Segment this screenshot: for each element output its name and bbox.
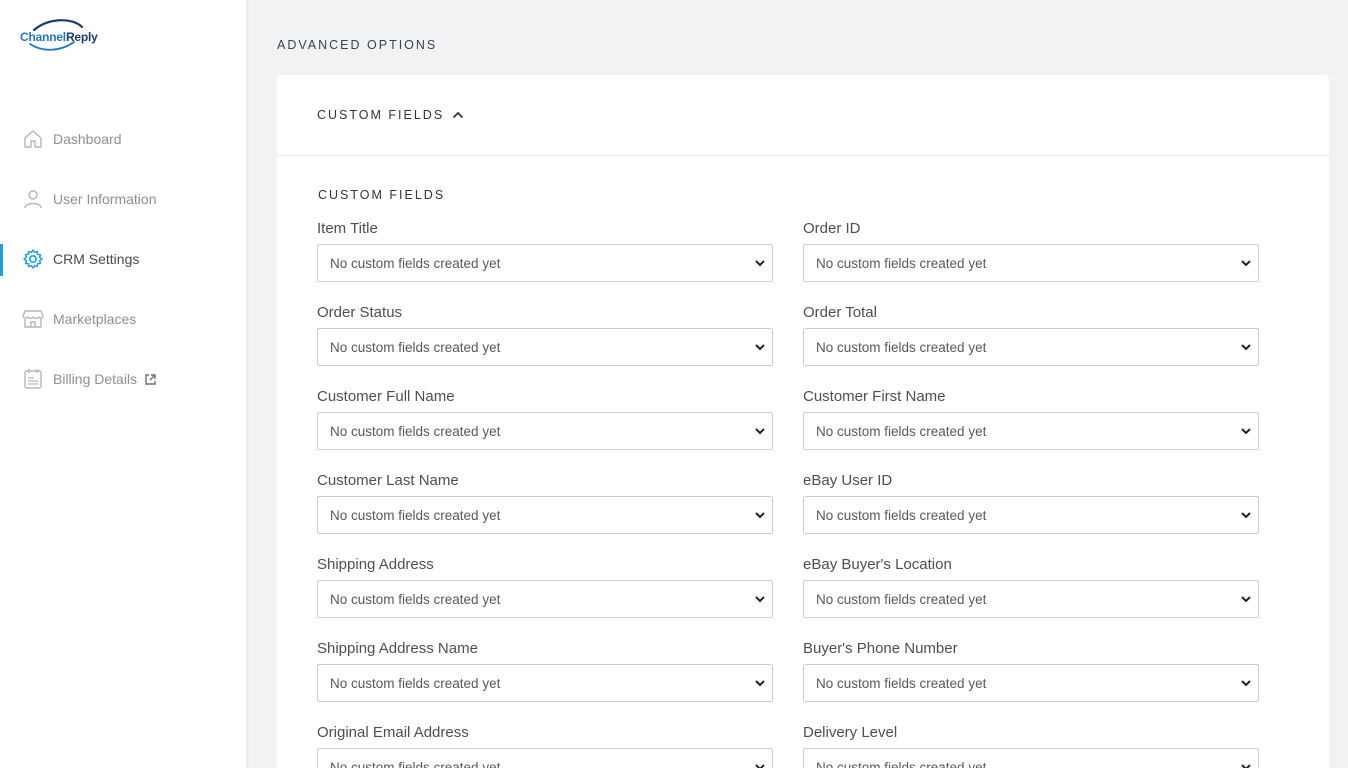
chevron-down-icon (754, 341, 766, 353)
field-label: Shipping Address (317, 556, 434, 573)
chevron-down-icon (1240, 425, 1252, 437)
customer-first-name-select[interactable]: No custom fields created yet (803, 412, 1259, 450)
logo-text-channel: Channel (20, 30, 66, 44)
chevron-down-icon (1240, 593, 1252, 605)
main-content: ADVANCED OPTIONS CUSTOM FIELDS CUSTOM FI… (246, 0, 1348, 768)
field-order-total: Order Total No custom fields created yet (803, 304, 1259, 366)
sidebar: ChannelReply Dashboard User Information … (0, 0, 246, 768)
chevron-down-icon (754, 761, 766, 768)
select-value: No custom fields created yet (330, 507, 501, 523)
select-value: No custom fields created yet (330, 339, 501, 355)
field-ebay-user-id: eBay User ID No custom fields created yet (803, 472, 1259, 534)
field-label: Buyer's Phone Number (803, 640, 958, 657)
custom-fields-card: CUSTOM FIELDS CUSTOM FIELDS Item Title No… (277, 75, 1329, 768)
card-header-title: CUSTOM FIELDS (317, 108, 445, 122)
field-order-status: Order Status No custom fields created yet (317, 304, 773, 366)
channelreply-logo[interactable]: ChannelReply (20, 18, 110, 54)
shipping-address-name-select[interactable]: No custom fields created yet (317, 664, 773, 702)
chevron-down-icon (754, 593, 766, 605)
customer-full-name-select[interactable]: No custom fields created yet (317, 412, 773, 450)
ebay-buyer-s-location-select[interactable]: No custom fields created yet (803, 580, 1259, 618)
field-label: Delivery Level (803, 724, 898, 741)
order-status-select[interactable]: No custom fields created yet (317, 328, 773, 366)
field-ebay-buyer-s-location: eBay Buyer's Location No custom fields cr… (803, 556, 1259, 618)
sidebar-item-label: CRM Settings (53, 251, 140, 267)
custom-fields-grid: Item Title No custom fields created yet Or… (317, 220, 1259, 768)
sidebar-item-label: User Information (53, 191, 157, 207)
shipping-address-select[interactable]: No custom fields created yet (317, 580, 773, 618)
select-value: No custom fields created yet (816, 591, 987, 607)
chevron-down-icon (1240, 509, 1252, 521)
delivery-level-select[interactable]: No custom fields created yet (803, 748, 1259, 768)
field-label: Customer Last Name (317, 472, 459, 489)
chevron-down-icon (754, 257, 766, 269)
select-value: No custom fields created yet (330, 255, 501, 271)
sidebar-nav: Dashboard User Information CRM Settings … (0, 109, 246, 409)
custom-fields-subtitle: CUSTOM FIELDS (318, 188, 446, 202)
ebay-user-id-select[interactable]: No custom fields created yet (803, 496, 1259, 534)
chevron-down-icon (754, 425, 766, 437)
chevron-down-icon (754, 509, 766, 521)
field-buyer-s-phone-number: Buyer's Phone Number No custom fields cre… (803, 640, 1259, 702)
field-label: eBay Buyer's Location (803, 556, 952, 573)
select-value: No custom fields created yet (330, 423, 501, 439)
field-label: Shipping Address Name (317, 640, 478, 657)
field-label: Order Total (803, 304, 877, 321)
field-shipping-address: Shipping Address No custom fields created… (317, 556, 773, 618)
field-label: Item Title (317, 220, 378, 237)
select-value: No custom fields created yet (330, 675, 501, 691)
field-label: Original Email Address (317, 724, 469, 741)
sidebar-item-label: Dashboard (53, 131, 122, 147)
sidebar-item-user-information[interactable]: User Information (0, 169, 246, 229)
select-value: No custom fields created yet (816, 339, 987, 355)
field-label: eBay User ID (803, 472, 893, 489)
select-value: No custom fields created yet (816, 507, 987, 523)
select-value: No custom fields created yet (816, 423, 987, 439)
field-customer-first-name: Customer First Name No custom fields crea… (803, 388, 1259, 450)
select-value: No custom fields created yet (330, 591, 501, 607)
order-total-select[interactable]: No custom fields created yet (803, 328, 1259, 366)
original-email-address-select[interactable]: No custom fields created yet (317, 748, 773, 768)
select-value: No custom fields created yet (816, 759, 987, 768)
home-icon (22, 128, 44, 150)
external-link-icon (145, 373, 156, 385)
section-title: ADVANCED OPTIONS (277, 38, 438, 52)
field-label: Order Status (317, 304, 403, 321)
gear-icon (22, 248, 44, 270)
field-label: Customer Full Name (317, 388, 455, 405)
custom-fields-toggle[interactable]: CUSTOM FIELDS (277, 75, 1329, 156)
chevron-down-icon (1240, 761, 1252, 768)
billing-icon (22, 368, 44, 390)
chevron-down-icon (1240, 341, 1252, 353)
select-value: No custom fields created yet (330, 759, 501, 768)
buyer-s-phone-number-select[interactable]: No custom fields created yet (803, 664, 1259, 702)
store-icon (22, 308, 44, 330)
sidebar-item-billing-details[interactable]: Billing Details (0, 349, 246, 409)
field-order-id: Order ID No custom fields created yet (803, 220, 1259, 282)
select-value: No custom fields created yet (816, 255, 987, 271)
chevron-down-icon (1240, 677, 1252, 689)
field-label: Order ID (803, 220, 861, 237)
field-item-title: Item Title No custom fields created yet (317, 220, 773, 282)
logo-text-reply: Reply (65, 30, 98, 44)
select-value: No custom fields created yet (816, 675, 987, 691)
chevron-up-icon (452, 111, 464, 119)
sidebar-item-label: Billing Details (53, 371, 138, 387)
field-customer-last-name: Customer Last Name No custom fields creat… (317, 472, 773, 534)
sidebar-item-label: Marketplaces (53, 311, 137, 327)
sidebar-item-dashboard[interactable]: Dashboard (0, 109, 246, 169)
order-id-select[interactable]: No custom fields created yet (803, 244, 1259, 282)
field-delivery-level: Delivery Level No custom fields created y… (803, 724, 1259, 768)
user-icon (22, 188, 44, 210)
chevron-down-icon (754, 677, 766, 689)
customer-last-name-select[interactable]: No custom fields created yet (317, 496, 773, 534)
field-shipping-address-name: Shipping Address Name No custom fields cr… (317, 640, 773, 702)
item-title-select[interactable]: No custom fields created yet (317, 244, 773, 282)
sidebar-item-marketplaces[interactable]: Marketplaces (0, 289, 246, 349)
field-customer-full-name: Customer Full Name No custom fields creat… (317, 388, 773, 450)
field-label: Customer First Name (803, 388, 946, 405)
field-original-email-address: Original Email Address No custom fields c… (317, 724, 773, 768)
chevron-down-icon (1240, 257, 1252, 269)
sidebar-item-crm-settings[interactable]: CRM Settings (0, 229, 246, 289)
